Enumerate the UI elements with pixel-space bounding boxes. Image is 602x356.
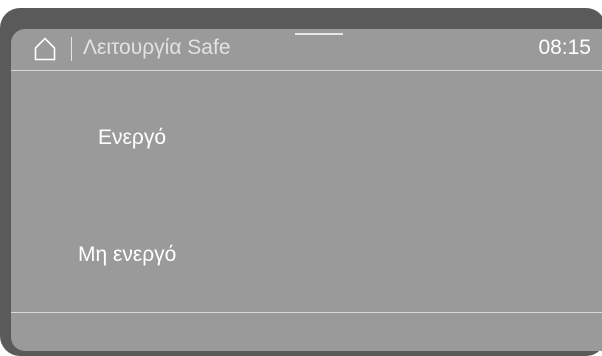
option-active[interactable]: Ενεργό [88, 119, 176, 157]
device-bezel: Λειτουργία Safe 08:15 Ενεργό Μη ενεργό [0, 8, 602, 356]
scroll-indicator [295, 33, 343, 35]
display-screen: Λειτουργία Safe 08:15 Ενεργό Μη ενεργό [11, 29, 602, 351]
header-bar: Λειτουργία Safe 08:15 [11, 29, 602, 69]
header-divider-line [11, 70, 602, 71]
page-title: Λειτουργία Safe [83, 36, 231, 59]
home-icon[interactable] [34, 37, 56, 61]
footer-bar [11, 313, 602, 351]
clock-display: 08:15 [538, 36, 591, 59]
option-inactive[interactable]: Μη ενεργό [68, 236, 186, 274]
header-divider [71, 37, 72, 61]
